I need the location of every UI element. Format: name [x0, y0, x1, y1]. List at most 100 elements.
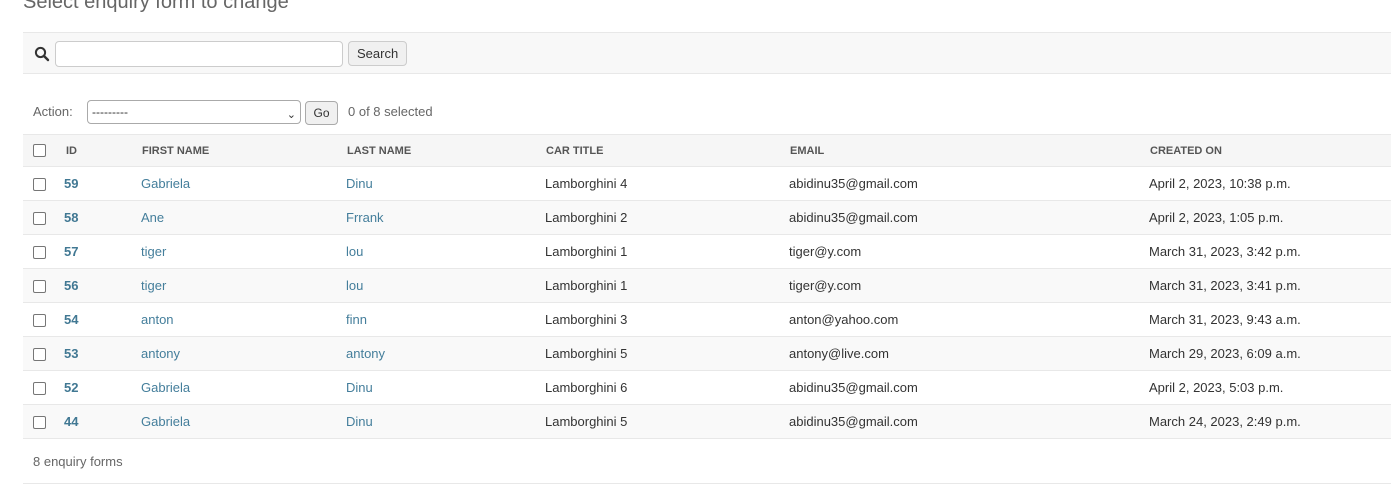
table-row: 53 antony antony Lamborghini 5 antony@li…	[23, 336, 1391, 371]
last-name-link[interactable]: Dinu	[346, 176, 373, 191]
select-all-checkbox[interactable]	[33, 144, 46, 157]
first-name-cell: Gabriela	[141, 404, 346, 439]
row-checkbox[interactable]	[33, 178, 46, 192]
last-name-cell: lou	[346, 234, 545, 269]
created-on-cell: April 2, 2023, 1:05 p.m.	[1149, 200, 1391, 235]
row-checkbox[interactable]	[33, 212, 46, 226]
row-checkbox[interactable]	[33, 314, 46, 328]
last-name-link[interactable]: lou	[346, 244, 363, 259]
last-name-cell: Frrank	[346, 200, 545, 235]
last-name-cell: Dinu	[346, 404, 545, 439]
id-cell: 59	[56, 166, 141, 201]
id-link[interactable]: 44	[56, 414, 78, 429]
row-select-cell	[23, 166, 56, 201]
last-name-link[interactable]: Dinu	[346, 414, 373, 429]
first-name-cell: Gabriela	[141, 370, 346, 405]
email-cell: abidinu35@gmail.com	[789, 370, 1149, 405]
email-cell: tiger@y.com	[789, 234, 1149, 269]
actions-bar: Action: --------- ⌄ Go 0 of 8 selected	[23, 96, 1391, 128]
row-checkbox[interactable]	[33, 382, 46, 396]
email-cell: abidinu35@gmail.com	[789, 200, 1149, 235]
created-on-cell: March 29, 2023, 6:09 a.m.	[1149, 336, 1391, 371]
row-select-cell	[23, 268, 56, 303]
id-link[interactable]: 58	[56, 210, 78, 225]
id-cell: 56	[56, 268, 141, 303]
column-header-first-name[interactable]: FIRST NAME	[141, 134, 346, 167]
last-name-link[interactable]: Frrank	[346, 210, 384, 225]
id-cell: 54	[56, 302, 141, 337]
row-select-cell	[23, 336, 56, 371]
id-link[interactable]: 56	[56, 278, 78, 293]
table-row: 58 Ane Frrank Lamborghini 2 abidinu35@gm…	[23, 200, 1391, 235]
chevron-down-icon: ⌄	[286, 109, 296, 121]
column-header-car-title[interactable]: CAR TITLE	[545, 134, 789, 167]
search-input[interactable]	[55, 41, 343, 67]
first-name-link[interactable]: anton	[141, 312, 174, 327]
search-icon	[34, 46, 50, 62]
first-name-link[interactable]: Gabriela	[141, 380, 190, 395]
car-title-cell: Lamborghini 5	[545, 404, 789, 439]
table-header-row: ID FIRST NAME LAST NAME CAR TITLE EMAIL …	[23, 134, 1391, 167]
row-checkbox[interactable]	[33, 348, 46, 362]
first-name-link[interactable]: Gabriela	[141, 414, 190, 429]
first-name-cell: anton	[141, 302, 346, 337]
last-name-link[interactable]: finn	[346, 312, 367, 327]
search-button[interactable]: Search	[348, 41, 408, 66]
id-cell: 52	[56, 370, 141, 405]
last-name-cell: Dinu	[346, 370, 545, 405]
select-all-header	[23, 134, 56, 167]
created-on-cell: April 2, 2023, 10:38 p.m.	[1149, 166, 1391, 201]
go-button[interactable]: Go	[305, 101, 338, 125]
id-link[interactable]: 54	[56, 312, 78, 327]
first-name-link[interactable]: tiger	[141, 244, 166, 259]
email-cell: antony@live.com	[789, 336, 1149, 371]
first-name-link[interactable]: antony	[141, 346, 180, 361]
id-link[interactable]: 59	[56, 176, 78, 191]
row-checkbox[interactable]	[33, 246, 46, 260]
first-name-link[interactable]: Gabriela	[141, 176, 190, 191]
action-select[interactable]: --------- ⌄	[87, 100, 301, 124]
id-link[interactable]: 57	[56, 244, 78, 259]
first-name-cell: tiger	[141, 234, 346, 269]
table-row: 44 Gabriela Dinu Lamborghini 5 abidinu35…	[23, 404, 1391, 439]
row-select-cell	[23, 200, 56, 235]
action-selected-option: ---------	[92, 105, 128, 119]
car-title-cell: Lamborghini 6	[545, 370, 789, 405]
search-toolbar: Search	[23, 32, 1391, 74]
table-row: 59 Gabriela Dinu Lamborghini 4 abidinu35…	[23, 166, 1391, 201]
first-name-link[interactable]: Ane	[141, 210, 164, 225]
last-name-link[interactable]: lou	[346, 278, 363, 293]
id-link[interactable]: 53	[56, 346, 78, 361]
last-name-link[interactable]: antony	[346, 346, 385, 361]
first-name-cell: antony	[141, 336, 346, 371]
table-row: 52 Gabriela Dinu Lamborghini 6 abidinu35…	[23, 370, 1391, 405]
paginator: 8 enquiry forms	[23, 440, 1391, 484]
email-cell: abidinu35@gmail.com	[789, 166, 1149, 201]
result-count: 8 enquiry forms	[33, 454, 123, 469]
last-name-cell: finn	[346, 302, 545, 337]
row-select-cell	[23, 404, 56, 439]
column-header-email[interactable]: EMAIL	[789, 134, 1149, 167]
row-select-cell	[23, 302, 56, 337]
car-title-cell: Lamborghini 1	[545, 234, 789, 269]
created-on-cell: March 31, 2023, 3:42 p.m.	[1149, 234, 1391, 269]
car-title-cell: Lamborghini 1	[545, 268, 789, 303]
column-header-id[interactable]: ID	[56, 134, 141, 167]
first-name-cell: Ane	[141, 200, 346, 235]
car-title-cell: Lamborghini 3	[545, 302, 789, 337]
row-checkbox[interactable]	[33, 416, 46, 430]
column-header-created-on[interactable]: CREATED ON	[1149, 134, 1391, 167]
last-name-cell: antony	[346, 336, 545, 371]
created-on-cell: March 24, 2023, 2:49 p.m.	[1149, 404, 1391, 439]
table-row: 57 tiger lou Lamborghini 1 tiger@y.com M…	[23, 234, 1391, 269]
page-title: Select enquiry form to change	[23, 0, 289, 13]
last-name-link[interactable]: Dinu	[346, 380, 373, 395]
column-header-last-name[interactable]: LAST NAME	[346, 134, 545, 167]
car-title-cell: Lamborghini 4	[545, 166, 789, 201]
id-link[interactable]: 52	[56, 380, 78, 395]
email-cell: anton@yahoo.com	[789, 302, 1149, 337]
first-name-link[interactable]: tiger	[141, 278, 166, 293]
car-title-cell: Lamborghini 2	[545, 200, 789, 235]
row-checkbox[interactable]	[33, 280, 46, 294]
created-on-cell: March 31, 2023, 9:43 a.m.	[1149, 302, 1391, 337]
